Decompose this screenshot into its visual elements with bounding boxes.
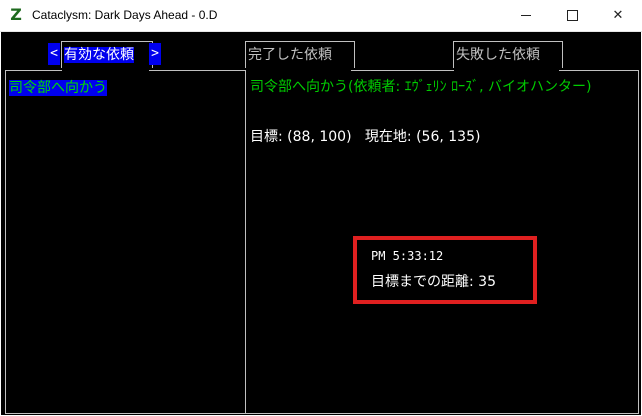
next-tab-arrow[interactable]: >	[149, 43, 161, 65]
title-bar: Z Cataclysm: Dark Days Ahead - 0.D ✕	[0, 0, 642, 32]
frame-top-left	[5, 70, 62, 71]
list-item[interactable]: 司令部へ向かう	[9, 78, 107, 98]
annotation-box: PM 5:33:12 目標までの距離: 35	[353, 236, 537, 304]
mission-list: 司令部へ向かう	[6, 74, 243, 412]
maximize-icon	[566, 10, 578, 21]
window-title: Cataclysm: Dark Days Ahead - 0.D	[32, 8, 218, 22]
tab-active-label: 有効な依頼	[64, 47, 134, 63]
minimize-button[interactable]	[503, 0, 549, 31]
frame-divider	[245, 70, 246, 414]
frame-right	[638, 70, 639, 414]
frame-top-mid	[149, 70, 246, 71]
current-location-coords: (56, 135)	[416, 129, 481, 145]
distance-to-target: 目標までの距離: 35	[371, 271, 496, 291]
prev-tab-arrow[interactable]: <	[48, 43, 60, 65]
game-clock: PM 5:33:12	[371, 249, 444, 263]
maximize-button[interactable]	[549, 0, 595, 31]
close-button[interactable]: ✕	[595, 0, 641, 31]
mission-detail-title: 司令部へ向かう(依頼者: ｴｳﾞｪﾘﾝ ﾛｰｽﾞ, バイオハンター)	[250, 79, 592, 95]
distance-label: 目標までの距離:	[371, 274, 474, 290]
frame-top-right	[559, 70, 638, 71]
frame-bottom	[5, 413, 639, 414]
target-row: 目標: (88, 100) 現在地: (56, 135)	[250, 127, 480, 147]
close-icon: ✕	[612, 8, 624, 23]
tab-active-missions[interactable]: 有効な依頼	[61, 41, 153, 68]
tab-completed-missions[interactable]: 完了した依頼	[245, 41, 355, 68]
tab-failed-missions[interactable]: 失敗した依頼	[453, 41, 563, 68]
minimize-icon	[521, 15, 531, 16]
mission-name: 司令部へ向かう	[9, 80, 107, 96]
game-console: < 有効な依頼 > 完了した依頼 失敗した依頼 司令部へ向かう 司令部へ向かう(…	[1, 32, 641, 415]
distance-value: 35	[478, 274, 496, 290]
target-coords: (88, 100)	[287, 129, 352, 145]
app-icon: Z	[10, 5, 22, 24]
frame-top-mid2	[351, 70, 454, 71]
current-location-label: 現在地:	[364, 129, 412, 145]
target-label: 目標:	[250, 129, 283, 145]
